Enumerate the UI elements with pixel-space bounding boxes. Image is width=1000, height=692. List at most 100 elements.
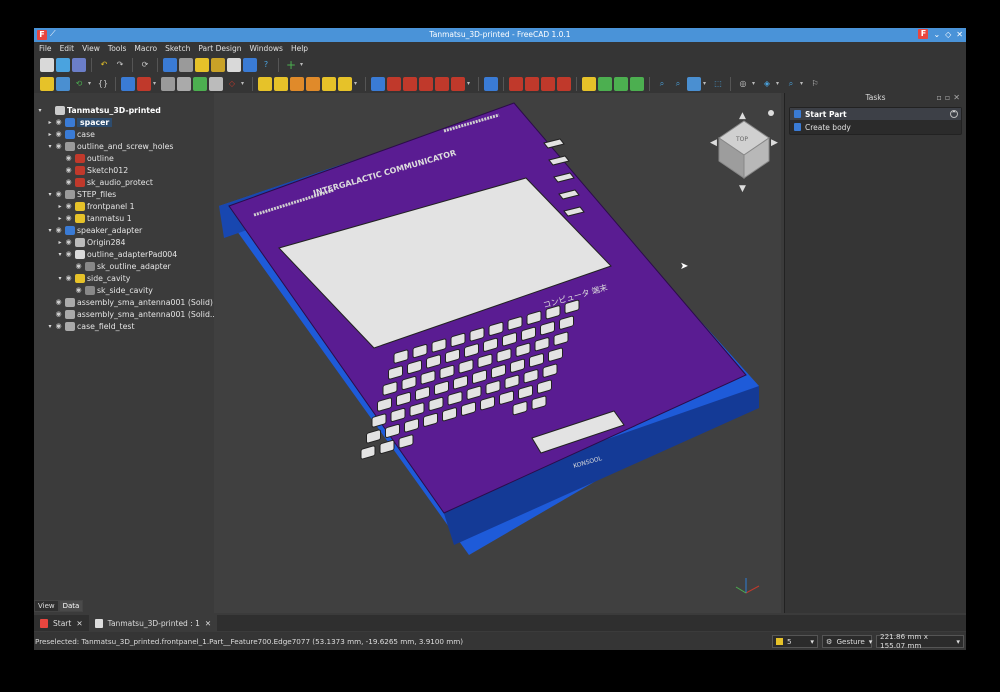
tree-item[interactable]: ▸ ◉ Origin284: [34, 236, 125, 248]
visibility-eye-icon[interactable]: ◉: [64, 250, 73, 258]
expand-arrow-icon[interactable]: ▸: [56, 203, 64, 210]
expand-arrow-icon[interactable]: ▾: [46, 323, 54, 330]
visibility-eye-icon[interactable]: ◉: [54, 298, 63, 306]
open-icon[interactable]: [56, 57, 70, 72]
menu-help[interactable]: Help: [291, 44, 308, 53]
selection-filter-icon[interactable]: ⬚: [711, 77, 725, 91]
chamfer-icon[interactable]: [525, 76, 539, 91]
add-dropdown-icon[interactable]: ▾: [300, 61, 306, 68]
menu-view[interactable]: View: [82, 44, 100, 53]
draft-icon[interactable]: [541, 76, 555, 91]
macro-stop-icon[interactable]: [195, 57, 209, 72]
measure-icon[interactable]: ⌕: [784, 77, 798, 91]
tab-document[interactable]: Tanmatsu_3D-printed : 1 ✕: [88, 615, 218, 631]
helix-icon[interactable]: [322, 76, 336, 91]
menu-sketch[interactable]: Sketch: [165, 44, 190, 53]
mirrored-icon[interactable]: [582, 76, 596, 91]
clone-dropdown-icon[interactable]: ▾: [241, 80, 247, 87]
menu-tools[interactable]: Tools: [108, 44, 126, 53]
tree-item[interactable]: ▸ ◉ frontpanel 1: [34, 200, 135, 212]
nav-cube-menu-icon[interactable]: [768, 110, 774, 116]
expand-arrow-icon[interactable]: ▾: [46, 191, 54, 198]
expand-arrow-icon[interactable]: ▾: [56, 275, 64, 282]
polar-pattern-icon[interactable]: [614, 76, 628, 91]
tree-item[interactable]: ◉ outline: [34, 152, 114, 164]
visibility-eye-icon[interactable]: ◉: [64, 214, 73, 222]
link-dropdown-icon[interactable]: ▾: [88, 80, 94, 87]
expand-arrow-icon[interactable]: ▾: [46, 143, 54, 150]
tree-item[interactable]: ▾ ◉ speaker_adapter: [34, 224, 142, 236]
whats-this-icon[interactable]: ?: [259, 58, 273, 72]
link-icon[interactable]: ⟲: [72, 77, 86, 91]
undo-icon[interactable]: ↶: [97, 58, 111, 72]
std-views-dropdown-icon[interactable]: ▾: [752, 80, 758, 87]
tab-data[interactable]: Data: [58, 600, 84, 612]
tree-item[interactable]: ◉ assembly_sma_antenna001 (Solid...: [34, 308, 217, 320]
visibility-eye-icon[interactable]: ◉: [64, 202, 73, 210]
clone-icon[interactable]: ◇: [225, 77, 239, 91]
multi-transform-icon[interactable]: [630, 76, 644, 91]
view-dropdown-icon[interactable]: ▾: [776, 80, 782, 87]
tree-item[interactable]: ▾ Tanmatsu_3D-printed: [34, 104, 161, 116]
panel-controls-icon[interactable]: ▫▫✕: [936, 93, 963, 102]
expand-arrow-icon[interactable]: ▾: [36, 107, 44, 114]
measure-dropdown-icon[interactable]: ▾: [800, 80, 806, 87]
fit-all-icon[interactable]: ⌕: [655, 77, 669, 91]
visibility-eye-icon[interactable]: ◉: [54, 310, 63, 318]
expand-arrow-icon[interactable]: ▸: [56, 215, 64, 222]
macro-edit-icon[interactable]: [211, 57, 225, 72]
macro-run-icon[interactable]: [227, 57, 241, 72]
walk-icon[interactable]: ⚐: [808, 77, 822, 91]
additive-dropdown-icon[interactable]: ▾: [354, 80, 360, 87]
folder-icon[interactable]: [56, 76, 70, 91]
tree-item[interactable]: ◉ Sketch012: [34, 164, 128, 176]
variable-set-icon[interactable]: {}: [96, 77, 110, 91]
pad-icon[interactable]: [258, 76, 272, 91]
view-front-icon[interactable]: ◈: [760, 77, 774, 91]
tree-item[interactable]: ◉ sk_audio_protect: [34, 176, 153, 188]
tree-item[interactable]: ▾ ◉ side_cavity: [34, 272, 130, 284]
fillet-icon[interactable]: [509, 76, 523, 91]
menu-part-design[interactable]: Part Design: [198, 44, 241, 53]
visibility-eye-icon[interactable]: ◉: [54, 142, 63, 150]
visibility-eye-icon[interactable]: ◉: [54, 190, 63, 198]
fit-selection-icon[interactable]: ⌕: [671, 77, 685, 91]
close-tab-icon[interactable]: ✕: [76, 619, 82, 628]
expand-arrow-icon[interactable]: ▸: [56, 239, 64, 246]
visibility-eye-icon[interactable]: ◉: [64, 154, 73, 162]
subtractive-loft-icon[interactable]: [419, 76, 433, 91]
tree-item[interactable]: ▾ ◉ case_field_test: [34, 320, 135, 332]
visibility-eye-icon[interactable]: ◉: [64, 274, 73, 282]
tree-item[interactable]: ▾ ◉ outline_and_screw_holes: [34, 140, 174, 152]
visibility-eye-icon[interactable]: ◉: [64, 178, 73, 186]
visibility-eye-icon[interactable]: ◉: [54, 226, 63, 234]
menu-windows[interactable]: Windows: [249, 44, 282, 53]
linear-pattern-icon[interactable]: [598, 76, 612, 91]
create-body-link[interactable]: Create body: [790, 120, 961, 134]
refresh-icon[interactable]: ⟳: [138, 58, 152, 72]
draw-style-icon[interactable]: [687, 76, 701, 91]
tab-start[interactable]: Start ✕: [34, 615, 89, 631]
shape-binder-icon[interactable]: [209, 76, 223, 91]
expand-arrow-icon[interactable]: ▾: [56, 251, 64, 258]
pipe-icon[interactable]: [306, 76, 320, 91]
workbench-icon[interactable]: [163, 57, 177, 72]
loft-icon[interactable]: [290, 76, 304, 91]
thickness-icon[interactable]: [557, 76, 571, 91]
expand-arrow-icon[interactable]: ▾: [46, 227, 54, 234]
part-icon[interactable]: [40, 76, 54, 91]
datum-point-icon[interactable]: [161, 76, 175, 91]
tree-item[interactable]: ◉ assembly_sma_antenna001 (Solid): [34, 296, 213, 308]
rotate-left-icon[interactable]: ◀: [710, 138, 717, 148]
3d-viewport[interactable]: INTERGALACTIC COMMUNICATOR コンピュータ 端末 KON…: [214, 93, 781, 613]
minimize-icon[interactable]: ⌄: [933, 30, 940, 39]
body-icon[interactable]: [121, 76, 135, 91]
visibility-eye-icon[interactable]: ◉: [74, 262, 83, 270]
expand-arrow-icon[interactable]: ▸: [46, 119, 54, 126]
visibility-eye-icon[interactable]: ◉: [64, 238, 73, 246]
pocket-icon[interactable]: [371, 76, 385, 91]
dimension-display[interactable]: 221.86 mm x 155.07 mm ▾: [876, 632, 964, 650]
tree-item[interactable]: ◉ sk_outline_adapter: [34, 260, 171, 272]
tree-item[interactable]: ▸ ◉ tanmatsu 1: [34, 212, 132, 224]
additive-primitive-icon[interactable]: [338, 76, 352, 91]
